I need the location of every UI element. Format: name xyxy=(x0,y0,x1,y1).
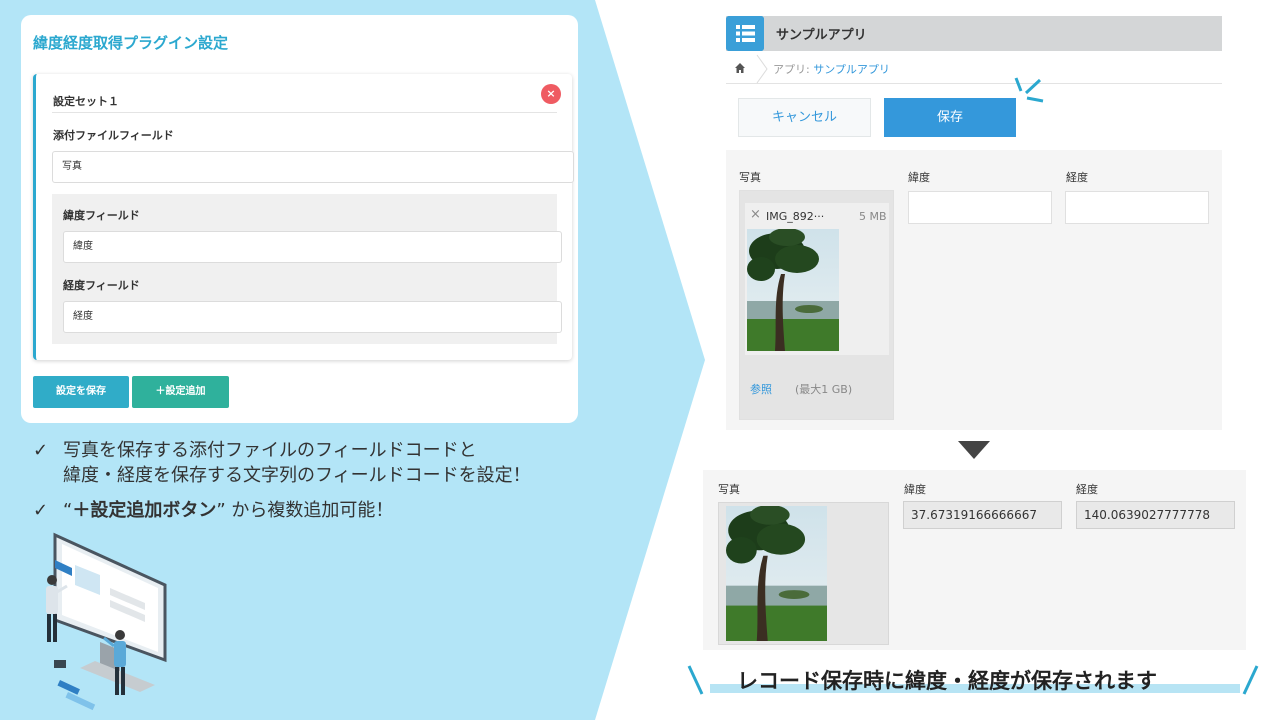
caption-slash-right xyxy=(1242,665,1259,695)
bullet-item: ✓ 写真を保存する添付ファイルのフィールドコードと 緯度・経度を保存する文字列の… xyxy=(33,438,531,488)
photo-thumbnail[interactable] xyxy=(747,229,839,351)
longitude-input[interactable] xyxy=(1065,191,1209,224)
attachment-field: × IMG_892··· 5 MB 参照 (最大1 GB) xyxy=(739,190,894,420)
breadcrumb: アプリ: サンプルアプリ xyxy=(726,54,1222,84)
longitude-field-label: 経度フィールド xyxy=(63,279,140,292)
record-edit-form: 写真 緯度 経度 × IMG_892··· 5 MB 参照 (最大1 GB) xyxy=(726,150,1222,430)
attachment-field-select[interactable]: 写真 xyxy=(52,151,574,183)
check-icon: ✓ xyxy=(33,440,49,461)
setting-set: 設定セット１ × 添付ファイルフィールド 写真 緯度フィールド 緯度 経度フィー… xyxy=(33,74,574,360)
plugin-settings-card: 緯度経度取得プラグイン設定 設定セット１ × 添付ファイルフィールド 写真 緯度… xyxy=(21,15,578,423)
breadcrumb-prefix: アプリ: xyxy=(773,63,814,76)
breadcrumb-app-link[interactable]: サンプルアプリ xyxy=(813,63,890,76)
bullet-text: ” から複数追加可能！ xyxy=(216,500,394,521)
photo-field-label: 写真 xyxy=(718,483,740,496)
caption-slash-left xyxy=(687,665,704,695)
file-name[interactable]: IMG_892··· xyxy=(766,210,824,223)
settings-title: 緯度経度取得プラグイン設定 xyxy=(33,34,229,52)
latitude-field-label: 緯度フィールド xyxy=(63,209,140,222)
attached-file: × IMG_892··· 5 MB xyxy=(745,203,889,355)
save-button[interactable]: 保存 xyxy=(884,98,1016,137)
bullet-text: 緯度・経度を保存する文字列のフィールドコードを設定！ xyxy=(63,465,531,486)
file-size: 5 MB xyxy=(859,210,887,223)
longitude-field-select[interactable]: 経度 xyxy=(63,301,562,333)
latitude-field-label: 緯度 xyxy=(904,483,926,496)
latitude-input[interactable] xyxy=(908,191,1052,224)
people-at-monitor-illustration xyxy=(46,532,167,711)
longitude-field-label: 経度 xyxy=(1066,171,1088,184)
bullet-text: 写真を保存する添付ファイルのフィールドコードと xyxy=(63,440,477,461)
down-triangle-icon xyxy=(958,441,990,459)
remove-file-icon[interactable]: × xyxy=(750,207,761,222)
bullet-emphasis: ＋設定追加ボタン xyxy=(72,500,217,521)
photo-field-label: 写真 xyxy=(739,171,761,184)
cancel-button[interactable]: キャンセル xyxy=(738,98,871,137)
latitude-value: 37.67319166666667 xyxy=(903,501,1062,529)
home-icon[interactable] xyxy=(734,62,746,74)
max-size-note: (最大1 GB) xyxy=(795,383,853,396)
bullet-text: “ xyxy=(63,500,73,521)
attachment-field-label: 添付ファイルフィールド xyxy=(53,129,174,142)
setting-set-title: 設定セット１ xyxy=(53,95,119,108)
app-header: サンプルアプリ xyxy=(726,16,1222,51)
feature-bullets: ✓ 写真を保存する添付ファイルのフィールドコードと 緯度・経度を保存する文字列の… xyxy=(33,438,531,523)
close-icon[interactable]: × xyxy=(541,84,561,104)
sparkle-icon xyxy=(1014,77,1044,103)
app-list-icon[interactable] xyxy=(726,16,764,51)
breadcrumb-text: アプリ: サンプルアプリ xyxy=(773,61,890,77)
breadcrumb-separator xyxy=(756,54,768,84)
save-settings-button[interactable]: 設定を保存 xyxy=(33,376,129,408)
latitude-field-select[interactable]: 緯度 xyxy=(63,231,562,263)
record-detail-view: 写真 緯度 経度 37.67319166666667 140.063902777… xyxy=(703,470,1246,650)
latitude-field-label: 緯度 xyxy=(908,171,930,184)
longitude-field-label: 経度 xyxy=(1076,483,1098,496)
photo-field-value xyxy=(718,502,889,645)
bullet-item: ✓ “＋設定追加ボタン” から複数追加可能！ xyxy=(33,498,531,523)
coordinate-fields-group: 緯度フィールド 緯度 経度フィールド 経度 xyxy=(52,194,562,344)
browse-link[interactable]: 参照 xyxy=(750,381,772,397)
check-icon: ✓ xyxy=(33,500,49,521)
longitude-value: 140.0639027777778 xyxy=(1076,501,1235,529)
app-name: サンプルアプリ xyxy=(776,28,867,43)
photo-thumbnail[interactable] xyxy=(726,506,827,641)
divider xyxy=(52,112,557,113)
add-setting-button[interactable]: ＋設定追加 xyxy=(132,376,229,408)
caption: レコード保存時に緯度・経度が保存されます xyxy=(737,669,1157,693)
